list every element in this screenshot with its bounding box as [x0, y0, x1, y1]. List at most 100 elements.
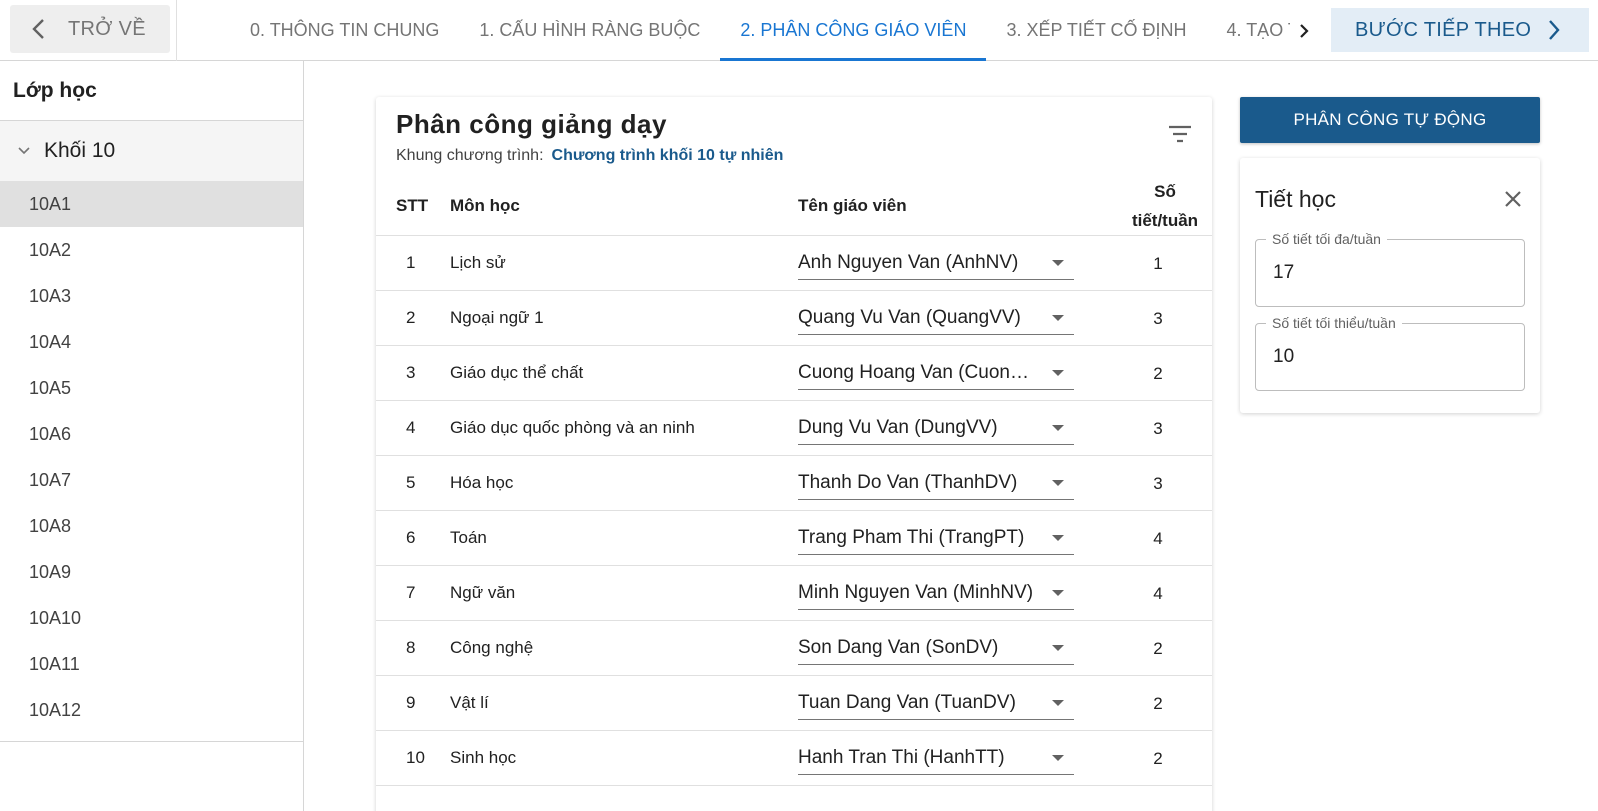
min-periods-label: Số tiết tối thiểu/tuần	[1266, 315, 1402, 331]
teacher-select[interactable]: Minh Nguyen Van (MinhNV)	[798, 576, 1074, 610]
row-stt: 1	[376, 235, 450, 291]
tab-general-info[interactable]: 0. THÔNG TIN CHUNG	[230, 0, 459, 61]
table-header-row: STT Môn học Tên giáo viên Số tiết/tuần	[376, 177, 1212, 236]
dropdown-arrow-icon	[1052, 480, 1064, 486]
tab-fixed-periods[interactable]: 3. XẾP TIẾT CỐ ĐỊNH	[986, 0, 1206, 61]
teacher-select[interactable]: Trang Pham Thi (TrangPT)	[798, 521, 1074, 555]
teacher-select[interactable]: Tuan Dang Van (TuanDV)	[798, 686, 1074, 720]
teacher-select[interactable]: Hanh Tran Thi (HanhTT)	[798, 741, 1074, 775]
table-row: 2 Ngoại ngữ 1 Quang Vu Van (QuangVV) 3	[376, 290, 1212, 346]
row-stt: 3	[376, 345, 450, 401]
row-periods: 4	[1118, 510, 1212, 566]
row-stt: 9	[376, 675, 450, 731]
row-periods: 2	[1118, 730, 1212, 786]
auto-assign-button[interactable]: PHÂN CÔNG TỰ ĐỘNG	[1240, 97, 1540, 143]
next-step-button[interactable]: BƯỚC TIẾP THEO	[1331, 8, 1589, 52]
assignment-table: STT Môn học Tên giáo viên Số tiết/tuần 1L…	[376, 177, 1212, 786]
program-name: Chương trình khối 10 tự nhiên	[551, 147, 784, 164]
teacher-select-value: Anh Nguyen Van (AnhNV)	[798, 251, 1019, 273]
dropdown-arrow-icon	[1052, 645, 1064, 651]
row-periods: 3	[1118, 290, 1212, 346]
min-periods-field[interactable]: Số tiết tối thiểu/tuần 10	[1255, 315, 1525, 391]
class-item[interactable]: 10A6	[0, 411, 303, 457]
program-label: Khung chương trình:	[396, 147, 544, 164]
class-item[interactable]: 10A10	[0, 595, 303, 641]
teacher-cell: Hanh Tran Thi (HanhTT)	[798, 730, 1118, 786]
top-bar: TRỞ VỀ 0. THÔNG TIN CHUNG 1. CẤU HÌNH RÀ…	[0, 0, 1598, 61]
teacher-select-value: Quang Vu Van (QuangVV)	[798, 306, 1021, 328]
teacher-select[interactable]: Dung Vu Van (DungVV)	[798, 411, 1074, 445]
divider	[176, 0, 177, 61]
divider	[0, 741, 303, 742]
table-row: 1 Lịch sử Anh Nguyen Van (AnhNV) 1	[376, 235, 1212, 291]
teacher-select[interactable]: Son Dang Van (SonDV)	[798, 631, 1074, 665]
filter-icon[interactable]	[1168, 125, 1192, 148]
class-sidebar: Lớp học Khối 10 10A1 10A2 10A3 10A4 10A5…	[0, 61, 304, 811]
row-subject: Sinh học	[450, 730, 798, 786]
teacher-select-value: Dung Vu Van (DungVV)	[798, 416, 998, 438]
teacher-cell: Tuan Dang Van (TuanDV)	[798, 675, 1118, 731]
dropdown-arrow-icon	[1052, 755, 1064, 761]
max-periods-value: 17	[1273, 262, 1295, 283]
class-item[interactable]: 10A3	[0, 273, 303, 319]
teacher-select[interactable]: Anh Nguyen Van (AnhNV)	[798, 246, 1074, 280]
class-item[interactable]: 10A2	[0, 227, 303, 273]
teacher-cell: Dung Vu Van (DungVV)	[798, 400, 1118, 456]
class-item[interactable]: 10A8	[0, 503, 303, 549]
card-subtitle: Khung chương trình: Chương trình khối 10 …	[396, 147, 783, 165]
back-button-label: TRỞ VỀ	[68, 17, 146, 40]
dropdown-arrow-icon	[1052, 590, 1064, 596]
dropdown-arrow-icon	[1052, 425, 1064, 431]
teacher-select[interactable]: Thanh Do Van (ThanhDV)	[798, 466, 1074, 500]
row-subject: Công nghệ	[450, 620, 798, 676]
column-header-subject: Môn học	[450, 177, 798, 236]
grade-group-header[interactable]: Khối 10	[0, 121, 303, 181]
row-stt: 7	[376, 565, 450, 621]
column-header-periods-line2: tiết/tuần	[1131, 211, 1199, 230]
row-subject: Giáo dục quốc phòng và an ninh	[450, 400, 798, 456]
close-icon[interactable]	[1504, 190, 1522, 213]
row-stt: 2	[376, 290, 450, 346]
step-tabs: 0. THÔNG TIN CHUNG 1. CẤU HÌNH RÀNG BUỘC…	[230, 0, 1290, 61]
max-periods-field[interactable]: Số tiết tối đa/tuần 17	[1255, 231, 1525, 307]
class-item[interactable]: 10A7	[0, 457, 303, 503]
dropdown-arrow-icon	[1052, 315, 1064, 321]
row-subject: Vật lí	[450, 675, 798, 731]
column-header-stt: STT	[376, 177, 450, 236]
back-button[interactable]: TRỞ VỀ	[10, 5, 170, 53]
row-stt: 10	[376, 730, 450, 786]
class-item[interactable]: 10A9	[0, 549, 303, 595]
row-subject: Giáo dục thể chất	[450, 345, 798, 401]
class-item[interactable]: 10A4	[0, 319, 303, 365]
table-row: 9 Vật lí Tuan Dang Van (TuanDV) 2	[376, 675, 1212, 731]
column-header-periods: Số tiết/tuần	[1118, 177, 1212, 236]
min-periods-value: 10	[1273, 346, 1295, 367]
chevron-right-icon	[1300, 23, 1309, 38]
chevron-right-icon	[1549, 20, 1560, 40]
tab-teacher-assignment[interactable]: 2. PHÂN CÔNG GIÁO VIÊN	[720, 0, 987, 61]
teacher-select-value: Son Dang Van (SonDV)	[798, 636, 999, 658]
tab-scroll-right-button[interactable]	[1290, 0, 1318, 61]
class-item[interactable]: 10A5	[0, 365, 303, 411]
table-row: 7 Ngữ văn Minh Nguyen Van (MinhNV) 4	[376, 565, 1212, 621]
teacher-select[interactable]: Quang Vu Van (QuangVV)	[798, 301, 1074, 335]
chevron-left-icon	[32, 19, 44, 39]
row-subject: Ngoại ngữ 1	[450, 290, 798, 346]
class-item[interactable]: 10A11	[0, 641, 303, 687]
panel-title: Tiết học	[1255, 186, 1336, 212]
row-subject: Lịch sử	[450, 235, 798, 291]
teacher-cell: Son Dang Van (SonDV)	[798, 620, 1118, 676]
card-title: Phân công giảng dạy	[396, 109, 667, 139]
teacher-select[interactable]: Cuong Hoang Van (CuongHV)	[798, 356, 1074, 390]
row-periods: 2	[1118, 675, 1212, 731]
row-periods: 2	[1118, 620, 1212, 676]
class-item[interactable]: 10A1	[0, 181, 303, 227]
table-row: 6 Toán Trang Pham Thi (TrangPT) 4	[376, 510, 1212, 566]
teacher-select-value: Hanh Tran Thi (HanhTT)	[798, 746, 1005, 768]
table-row: 3 Giáo dục thể chất Cuong Hoang Van (Cuong…	[376, 345, 1212, 401]
table-row: 10 Sinh học Hanh Tran Thi (HanhTT) 2	[376, 730, 1212, 786]
tab-constraints[interactable]: 1. CẤU HÌNH RÀNG BUỘC	[459, 0, 720, 61]
class-item[interactable]: 10A12	[0, 687, 303, 733]
tab-create-timetable[interactable]: 4. TẠO TH	[1207, 0, 1291, 61]
teacher-cell: Minh Nguyen Van (MinhNV)	[798, 565, 1118, 621]
